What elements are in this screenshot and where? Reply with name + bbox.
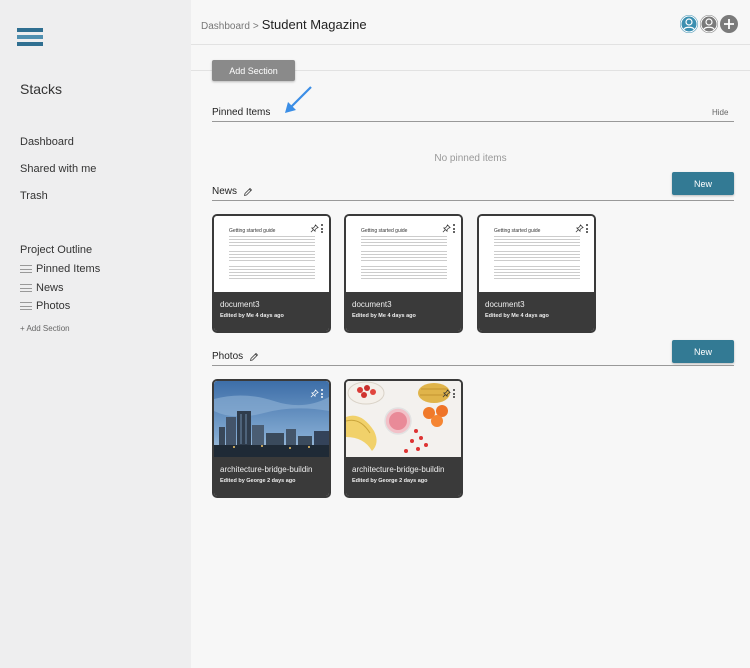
section-divider [212,365,734,366]
document-card[interactable]: Getting started guide document3 Edited b… [344,214,463,333]
nav-trash[interactable]: Trash [20,190,48,202]
card-footer: document3 Edited by Me 4 days ago [346,292,461,331]
outline-item-label: News [36,282,64,294]
card-footer: document3 Edited by Me 4 days ago [214,292,329,331]
nav-dashboard[interactable]: Dashboard [20,136,74,148]
outline-item-label: Photos [36,300,71,312]
more-options-icon[interactable] [321,389,324,398]
photo-card[interactable]: architecture-bridge-buildin Edited by Ge… [212,379,331,498]
pin-icon[interactable] [575,224,584,233]
more-options-icon[interactable] [453,389,456,398]
header: Dashboard > Student Magazine [191,0,750,45]
card-meta: Edited by Me 4 days ago [352,313,416,319]
empty-pinned-message: No pinned items [434,153,507,164]
project-outline-title: Project Outline [20,244,93,256]
nav-shared-with-me[interactable]: Shared with me [20,163,96,175]
document-card[interactable]: Getting started guide document3 Edited b… [477,214,596,333]
document-thumbnail: Getting started guide [346,216,461,292]
section-title-label: Pinned Items [212,107,271,118]
main-content: Add Section Pinned Items Hide No pinned … [191,45,750,668]
doc-heading: Getting started guide [229,228,276,234]
document-card[interactable]: Getting started guide document3 Edited b… [212,214,331,333]
card-title: architecture-bridge-buildin [352,465,445,474]
outline-item-label: Pinned Items [36,263,101,275]
more-options-icon[interactable] [321,224,324,233]
doc-text-lines [229,236,315,281]
section-title-news: News [212,186,253,197]
document-thumbnail: Getting started guide [214,216,329,292]
stacks-logo-icon[interactable] [17,28,43,46]
card-meta: Edited by Me 4 days ago [220,313,284,319]
photo-thumbnail-city [214,381,329,457]
add-collaborator-icon[interactable] [720,15,738,33]
card-meta: Edited by George 2 days ago [352,478,428,484]
add-section-button[interactable]: Add Section [212,60,295,81]
pin-icon[interactable] [310,389,319,398]
doc-heading: Getting started guide [361,228,408,234]
section-title-label: News [212,186,238,197]
breadcrumb-separator: > [252,21,259,32]
breadcrumb-dashboard[interactable]: Dashboard [201,21,250,32]
collaborator-avatar-icon[interactable] [700,15,718,33]
new-news-button[interactable]: New [672,172,734,195]
section-title-photos: Photos [212,351,259,362]
doc-text-lines [361,236,447,281]
drag-handle-icon[interactable] [20,284,32,292]
add-section-link[interactable]: + Add Section [20,324,70,333]
pin-icon[interactable] [310,224,319,233]
sidebar: Stacks Dashboard Shared with me Trash Pr… [0,0,191,668]
card-title: architecture-bridge-buildin [220,465,313,474]
section-title-label: Photos [212,351,244,362]
outline-item-news[interactable]: News [20,282,64,294]
document-thumbnail: Getting started guide [479,216,594,292]
drag-handle-icon[interactable] [20,302,32,310]
card-footer: architecture-bridge-buildin Edited by Ge… [214,457,329,496]
card-meta: Edited by Me 4 days ago [485,313,549,319]
new-photos-button[interactable]: New [672,340,734,363]
outline-item-photos[interactable]: Photos [20,300,70,312]
card-title: document3 [220,300,260,309]
card-footer: document3 Edited by Me 4 days ago [479,292,594,331]
doc-text-lines [494,236,580,281]
edit-pencil-icon[interactable] [249,352,259,362]
card-title: document3 [352,300,392,309]
section-divider [212,200,734,201]
page-title: Student Magazine [261,17,367,32]
photo-card[interactable]: architecture-bridge-buildin Edited by Ge… [344,379,463,498]
breadcrumb: Dashboard > Student Magazine [201,16,367,34]
card-footer: architecture-bridge-buildin Edited by Ge… [346,457,461,496]
pin-icon[interactable] [442,224,451,233]
section-divider [212,121,734,122]
card-meta: Edited by George 2 days ago [220,478,296,484]
annotation-arrow-icon [285,86,312,113]
doc-heading: Getting started guide [494,228,541,234]
user-avatar-icon[interactable] [680,15,698,33]
drag-handle-icon[interactable] [20,265,32,273]
photo-thumbnail-fruit [346,381,461,457]
edit-pencil-icon[interactable] [243,187,253,197]
outline-item-pinned[interactable]: Pinned Items [20,263,100,275]
hide-pinned-link[interactable]: Hide [712,108,728,117]
more-options-icon[interactable] [586,224,589,233]
pin-icon[interactable] [442,389,451,398]
app-name: Stacks [20,81,63,97]
card-title: document3 [485,300,525,309]
section-title-pinned: Pinned Items [212,107,270,118]
more-options-icon[interactable] [453,224,456,233]
